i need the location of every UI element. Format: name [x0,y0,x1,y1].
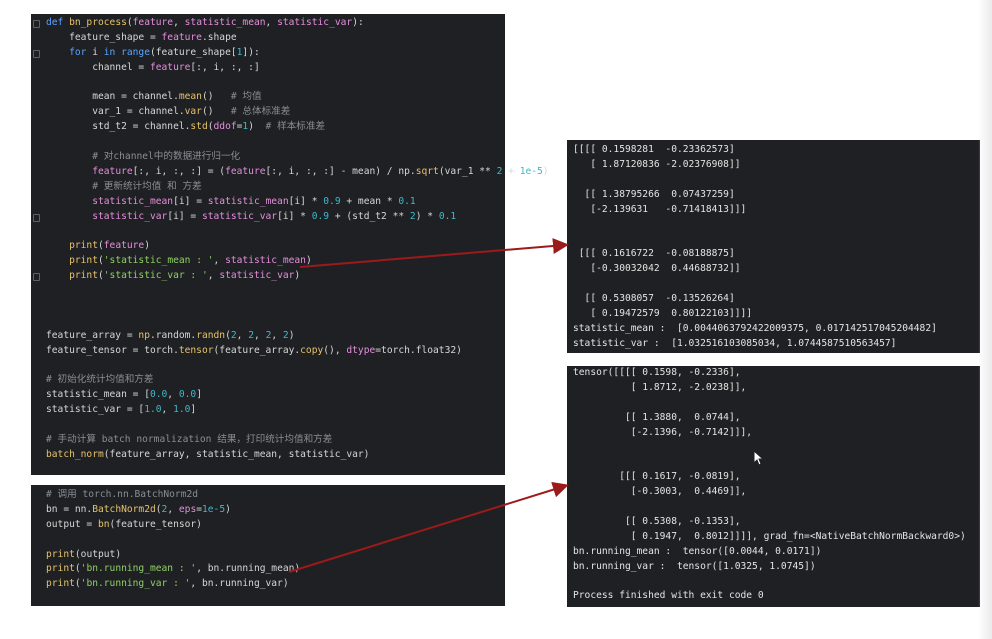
right-edge-fade [978,0,992,639]
red-arrow-icon [288,481,569,573]
mouse-pointer-icon [753,450,765,466]
annotation-arrows [288,238,569,573]
red-arrow-icon [299,238,569,268]
